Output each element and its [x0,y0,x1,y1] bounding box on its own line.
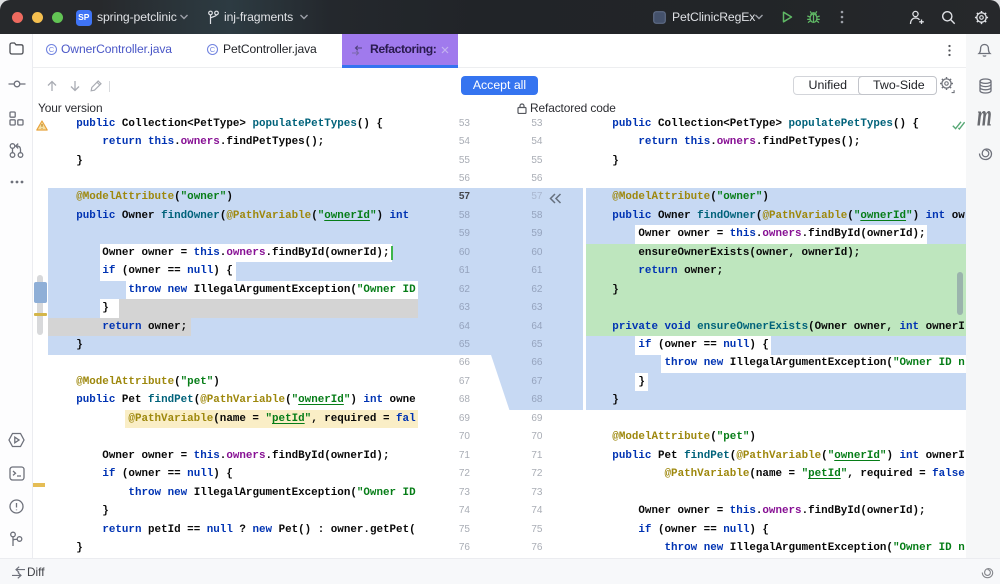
svg-text:C: C [210,45,216,54]
svg-text:C: C [49,45,55,54]
